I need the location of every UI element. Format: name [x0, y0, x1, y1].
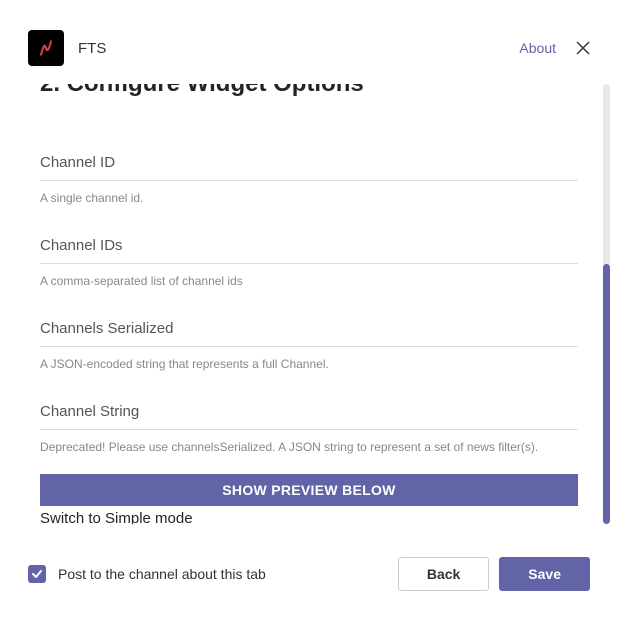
scroll-content: 2. Configure Widget Options Channel ID A…	[0, 84, 618, 524]
field-description: A comma-separated list of channel ids	[40, 272, 578, 290]
switch-mode-link[interactable]: Switch to Simple mode	[40, 510, 193, 524]
checkbox-wrapper: Post to the channel about this tab	[28, 565, 398, 583]
field-channel-id-input[interactable]	[40, 173, 578, 181]
app-title: FTS	[78, 40, 519, 57]
app-icon	[28, 30, 64, 66]
field-channel-string-input[interactable]	[40, 422, 578, 430]
show-preview-button[interactable]: SHOW PREVIEW BELOW	[40, 474, 578, 506]
field-channel-ids-input[interactable]	[40, 256, 578, 264]
scrollbar-thumb[interactable]	[603, 264, 610, 524]
about-link[interactable]: About	[519, 40, 556, 56]
dialog-footer: Post to the channel about this tab Back …	[0, 533, 618, 625]
field-label: Channel String	[40, 403, 578, 420]
section-title: 2. Configure Widget Options	[40, 84, 578, 106]
back-button[interactable]: Back	[398, 557, 489, 591]
field-label: Channel IDs	[40, 237, 578, 254]
checkmark-icon	[31, 568, 43, 580]
fts-logo-icon	[36, 38, 56, 58]
field-label: Channels Serialized	[40, 320, 578, 337]
post-to-channel-checkbox[interactable]	[28, 565, 46, 583]
field-description: Deprecated! Please use channelsSerialize…	[40, 438, 578, 456]
field-description: A single channel id.	[40, 189, 578, 207]
footer-buttons: Back Save	[398, 557, 590, 591]
field-description: A JSON-encoded string that represents a …	[40, 355, 578, 373]
checkbox-label: Post to the channel about this tab	[58, 566, 266, 582]
field-channels-serialized-input[interactable]	[40, 339, 578, 347]
dialog-header: FTS About	[0, 0, 618, 84]
field-channels-serialized: Channels Serialized A JSON-encoded strin…	[40, 320, 578, 373]
field-channel-id: Channel ID A single channel id.	[40, 154, 578, 207]
field-label: Channel ID	[40, 154, 578, 171]
field-channel-ids: Channel IDs A comma-separated list of ch…	[40, 237, 578, 290]
content-area: 2. Configure Widget Options Channel ID A…	[0, 84, 618, 524]
save-button[interactable]: Save	[499, 557, 590, 591]
close-icon	[576, 41, 590, 55]
close-button[interactable]	[576, 41, 590, 55]
field-channel-string: Channel String Deprecated! Please use ch…	[40, 403, 578, 456]
